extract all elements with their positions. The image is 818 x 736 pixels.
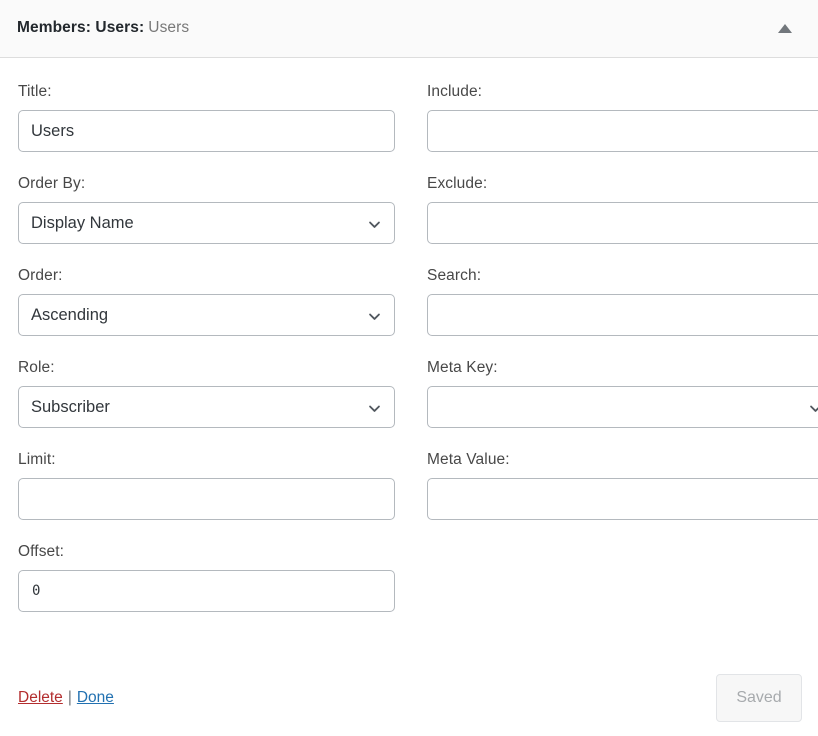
field-meta-value: Meta Value: <box>427 450 818 520</box>
field-order-by-label: Order By: <box>18 175 86 192</box>
done-link[interactable]: Done <box>77 689 114 706</box>
meta-value-input[interactable] <box>427 478 818 520</box>
field-limit: Limit: <box>18 450 395 520</box>
field-order-by: Order By: Display Name <box>18 174 395 244</box>
caret-up-icon <box>778 24 792 33</box>
order-by-select[interactable]: Display Name <box>18 202 395 244</box>
widget-panel: Members: Users:Users Title: Order By: Di… <box>0 0 818 736</box>
field-offset-label: Offset: <box>18 543 65 560</box>
widget-title-strong: Members: Users: <box>17 19 145 37</box>
widget-title: Members: Users: Users <box>17 19 189 38</box>
order-select[interactable]: Ascending <box>18 294 395 336</box>
widget-footer: Delete | Done Saved <box>0 660 818 736</box>
role-select-wrapper: Subscriber <box>18 386 395 428</box>
field-title-label: Title: <box>18 83 52 100</box>
field-search: Search: <box>427 266 818 336</box>
field-include: Include: <box>427 82 818 152</box>
field-role-label: Role: <box>18 359 55 376</box>
widget-body: Title: Order By: Display Name Order: <box>0 58 818 634</box>
form-column-right: Include: Exclude: Search: Meta Key: Meta… <box>427 82 818 634</box>
widget-header: Members: Users: Users <box>0 0 818 58</box>
order-select-wrapper: Ascending <box>18 294 395 336</box>
collapse-toggle-button[interactable] <box>772 16 798 42</box>
settings-form: Title: Order By: Display Name Order: <box>18 82 818 634</box>
field-offset: Offset: <box>18 542 395 612</box>
meta-key-select[interactable] <box>427 386 818 428</box>
exclude-input[interactable] <box>427 202 818 244</box>
order-by-select-wrapper: Display Name <box>18 202 395 244</box>
delete-link[interactable]: Delete <box>18 689 63 706</box>
field-title: Title: <box>18 82 395 152</box>
form-column-left: Title: Order By: Display Name Order: <box>18 82 395 634</box>
offset-input[interactable] <box>18 570 395 612</box>
widget-title-instance: Users <box>148 19 190 37</box>
field-include-label: Include: <box>427 83 483 100</box>
limit-input[interactable] <box>18 478 395 520</box>
field-meta-value-label: Meta Value: <box>427 451 510 468</box>
field-order-label: Order: <box>18 267 63 284</box>
field-role: Role: Subscriber <box>18 358 395 428</box>
title-input[interactable] <box>18 110 395 152</box>
search-input[interactable] <box>427 294 818 336</box>
field-exclude: Exclude: <box>427 174 818 244</box>
field-exclude-label: Exclude: <box>427 175 488 192</box>
field-order: Order: Ascending <box>18 266 395 336</box>
footer-actions: Delete | Done <box>18 688 114 708</box>
field-meta-key: Meta Key: <box>427 358 818 428</box>
role-select[interactable]: Subscriber <box>18 386 395 428</box>
field-limit-label: Limit: <box>18 451 56 468</box>
save-button[interactable]: Saved <box>716 674 802 722</box>
field-search-label: Search: <box>427 267 482 284</box>
field-meta-key-label: Meta Key: <box>427 359 498 376</box>
link-separator: | <box>67 689 72 706</box>
meta-key-select-wrapper <box>427 386 818 428</box>
include-input[interactable] <box>427 110 818 152</box>
